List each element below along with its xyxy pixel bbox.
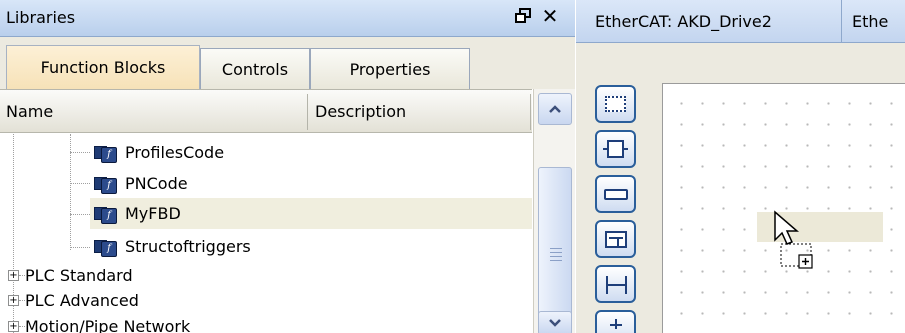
drag-copy-cursor-icon — [771, 210, 821, 270]
column-divider[interactable] — [307, 94, 308, 130]
tab-ethercat-partial[interactable]: Ethe — [842, 0, 905, 43]
tab-properties[interactable]: Properties — [310, 48, 470, 89]
tree-item-motion-pipe-network[interactable]: Motion/Pipe Network — [25, 311, 190, 333]
tree-item-label: PLC Standard — [25, 266, 133, 285]
fbd-toolbar — [595, 85, 639, 333]
function-block-tool-icon[interactable] — [595, 130, 636, 168]
tab-function-blocks[interactable]: Function Blocks — [6, 45, 200, 89]
tree-item-label: PLC Advanced — [25, 291, 139, 310]
tree-guide-line — [70, 183, 90, 184]
tree-item-label: Structoftriggers — [125, 237, 251, 256]
document-tabs: EtherCAT: AKD_Drive2 Ethe — [576, 0, 905, 43]
tree-guide-line — [70, 247, 90, 248]
expand-icon[interactable]: + — [8, 321, 19, 332]
tree-scrollbar[interactable] — [533, 89, 575, 333]
column-divider-end — [530, 94, 531, 130]
tree-guide-line — [70, 152, 90, 153]
expand-icon[interactable]: + — [8, 270, 19, 281]
selection-tool-icon[interactable] — [595, 85, 636, 123]
tree-item-label: Motion/Pipe Network — [25, 317, 191, 333]
terminal-tool-icon[interactable] — [595, 310, 636, 333]
library-tree: f ProfilesCode f PNCode f MyFBD f Struct… — [0, 134, 532, 333]
editor-area: EtherCAT: AKD_Drive2 Ethe — [576, 0, 905, 333]
tree-item-structoftriggers[interactable]: f Structoftriggers — [94, 231, 251, 262]
tree-guide-line — [70, 214, 90, 215]
column-name-header[interactable]: Name — [6, 102, 53, 121]
grip-icon — [550, 245, 562, 264]
close-icon[interactable]: ✕ — [538, 4, 562, 28]
function-block-icon: f — [94, 236, 117, 258]
tree-item-pncode[interactable]: f PNCode — [94, 168, 188, 199]
scroll-up-icon[interactable] — [538, 93, 572, 125]
column-header: Name Description — [0, 89, 532, 133]
tree-item-myfbd[interactable]: f MyFBD — [90, 198, 532, 229]
app-window: Libraries ✕ Function Blocks Controls Pro… — [0, 0, 905, 333]
function-block-icon: f — [94, 173, 117, 195]
tab-controls[interactable]: Controls — [200, 48, 310, 89]
connector-tool-icon[interactable] — [595, 265, 636, 303]
scroll-down-icon[interactable] — [538, 311, 572, 333]
libraries-panel: Libraries ✕ Function Blocks Controls Pro… — [0, 0, 575, 333]
libraries-title: Libraries — [6, 8, 76, 27]
tree-item-label: MyFBD — [125, 204, 181, 223]
function-block-icon: f — [94, 142, 117, 164]
tree-item-label: PNCode — [125, 174, 188, 193]
scroll-thumb[interactable] — [538, 167, 572, 333]
library-tabs: Function Blocks Controls Properties — [0, 37, 575, 89]
block-table-tool-icon[interactable] — [595, 220, 636, 258]
libraries-title-bar: Libraries ✕ — [0, 0, 575, 37]
input-tool-icon[interactable] — [595, 175, 636, 213]
float-window-icon[interactable] — [513, 6, 533, 26]
tree-item-profilescode[interactable]: f ProfilesCode — [94, 137, 224, 168]
expand-icon[interactable]: + — [8, 295, 19, 306]
function-block-icon: f — [94, 203, 117, 225]
column-description-header[interactable]: Description — [315, 102, 406, 121]
tab-ethercat-akd-drive2[interactable]: EtherCAT: AKD_Drive2 — [576, 0, 842, 43]
tree-item-label: ProfilesCode — [125, 143, 225, 162]
fbd-canvas[interactable] — [662, 83, 905, 333]
